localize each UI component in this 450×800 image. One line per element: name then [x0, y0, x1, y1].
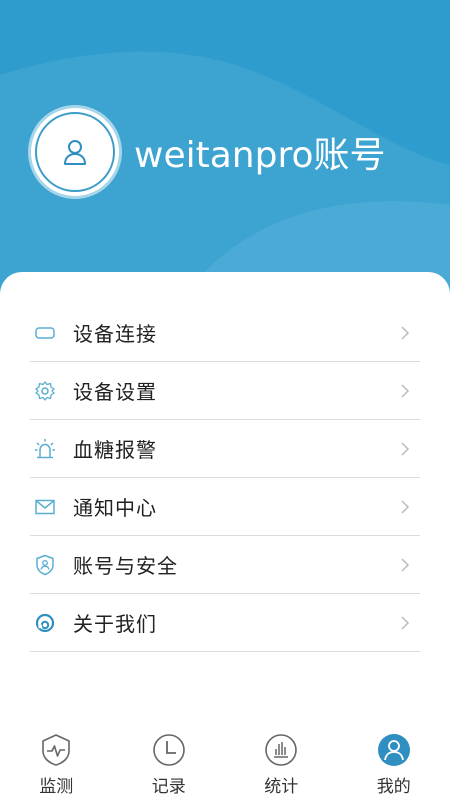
tab-statistics[interactable]: 统计 — [225, 728, 338, 800]
account-name[interactable]: weitanpro账号 — [134, 132, 385, 180]
menu-item-label: 关于我们 — [73, 612, 157, 636]
tab-records[interactable]: 记录 — [113, 728, 226, 800]
shield-icon — [34, 554, 56, 576]
bottom-tab-bar: 监测 记录 统计 我的 — [0, 728, 450, 800]
menu-item-label: 血糖报警 — [73, 438, 157, 462]
settings-menu: 设备连接 设备设置 血糖报警 通知中心 账号与安全 关于我们 — [30, 304, 420, 652]
tab-label: 记录 — [151, 777, 186, 797]
tab-label: 我的 — [376, 777, 411, 797]
menu-item-label: 账号与安全 — [73, 554, 178, 578]
chevron-right-icon — [401, 441, 410, 456]
menu-item-device-connect[interactable]: 设备连接 — [30, 304, 420, 362]
menu-item-label: 设备连接 — [73, 322, 157, 346]
alarm-icon — [34, 438, 56, 460]
menu-item-label: 通知中心 — [73, 496, 157, 520]
menu-item-glucose-alarm[interactable]: 血糖报警 — [30, 420, 420, 478]
menu-item-label: 设备设置 — [73, 380, 157, 404]
user-icon — [64, 140, 86, 165]
chevron-right-icon — [401, 383, 410, 398]
tab-monitor[interactable]: 监测 — [0, 728, 113, 800]
tab-mine[interactable]: 我的 — [338, 728, 450, 800]
profile-screen: weitanpro账号 设备连接 设备设置 血糖报警 通知中心 账号与安全 关于… — [0, 0, 450, 800]
envelope-icon — [34, 496, 56, 518]
chevron-right-icon — [401, 557, 410, 572]
avatar[interactable] — [31, 108, 119, 196]
menu-item-about-us[interactable]: 关于我们 — [30, 594, 420, 652]
tab-label: 监测 — [39, 777, 74, 797]
gear-icon — [34, 380, 56, 402]
chevron-right-icon — [401, 499, 410, 514]
bar-chart-icon — [265, 734, 298, 766]
user-icon — [377, 734, 410, 766]
chevron-right-icon — [401, 615, 410, 630]
tab-label: 统计 — [264, 777, 299, 797]
menu-item-device-settings[interactable]: 设备设置 — [30, 362, 420, 420]
clock-icon — [152, 734, 185, 766]
menu-item-notification-center[interactable]: 通知中心 — [30, 478, 420, 536]
info-icon — [34, 612, 56, 634]
device-icon — [34, 322, 56, 344]
menu-item-account-security[interactable]: 账号与安全 — [30, 536, 420, 594]
chevron-right-icon — [401, 325, 410, 340]
heart-monitor-icon — [42, 734, 71, 766]
